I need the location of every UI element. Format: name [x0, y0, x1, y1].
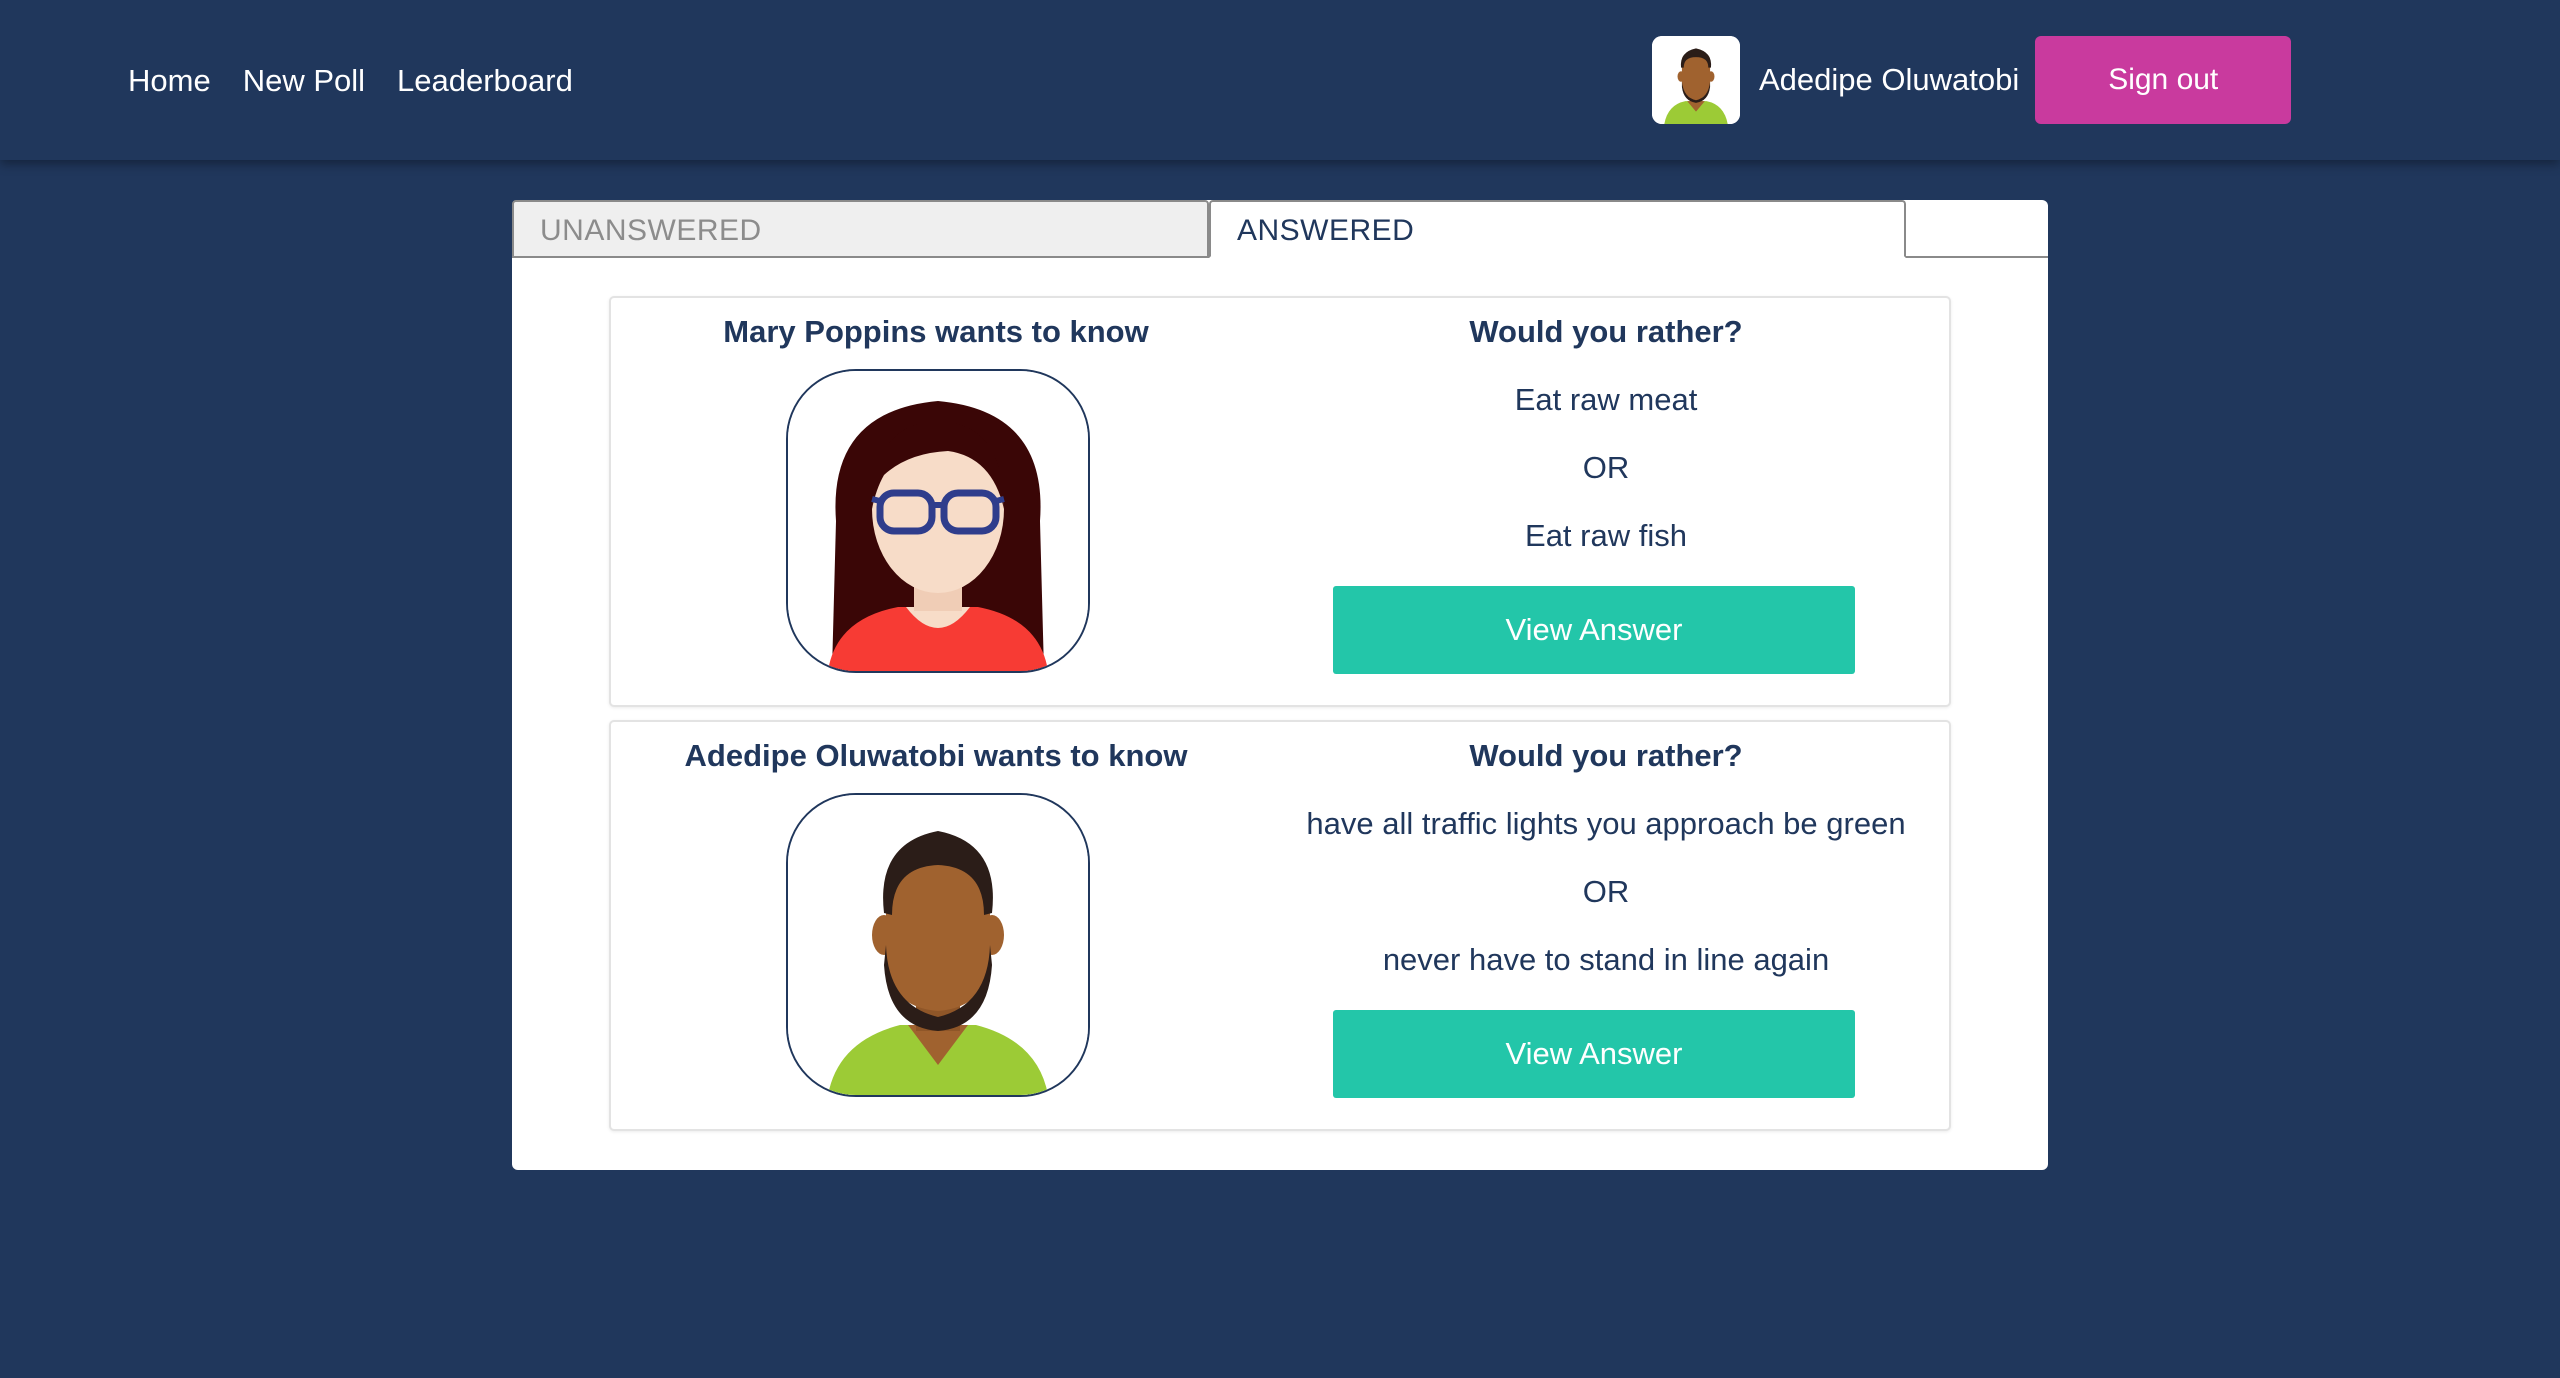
- user-area: Adedipe Oluwatobi Sign out: [1652, 36, 2292, 124]
- option-one: Eat raw meat: [1514, 382, 1698, 417]
- view-answer-button[interactable]: View Answer: [1333, 586, 1855, 674]
- option-two: Eat raw fish: [1525, 518, 1687, 553]
- poll-card: Mary Poppins wants to know Would you rat…: [609, 296, 1951, 707]
- author-heading: Mary Poppins wants to know: [723, 314, 1149, 349]
- nav-link-home[interactable]: Home: [128, 58, 211, 104]
- poll-tabs: UNANSWERED ANSWERED: [512, 200, 2048, 258]
- poll-panel: UNANSWERED ANSWERED Mary Poppins wants t…: [512, 200, 2048, 1170]
- poll-question: Would you rather? have all traffic light…: [1261, 722, 1951, 1129]
- tab-answered[interactable]: ANSWERED: [1209, 200, 1906, 258]
- male-avatar-icon: [786, 793, 1090, 1097]
- top-navbar: Home New Poll Leaderboard Adedipe Oluwat…: [0, 0, 2560, 160]
- view-answer-button[interactable]: View Answer: [1333, 1010, 1855, 1098]
- poll-author: Adedipe Oluwatobi wants to know: [611, 722, 1261, 1129]
- poll-question: Would you rather? Eat raw meat OR Eat ra…: [1261, 298, 1951, 705]
- author-heading: Adedipe Oluwatobi wants to know: [684, 738, 1188, 773]
- user-name: Adedipe Oluwatobi: [1759, 62, 2020, 97]
- or-separator: OR: [1582, 874, 1630, 909]
- sign-out-button[interactable]: Sign out: [2035, 36, 2292, 124]
- question-title: Would you rather?: [1469, 314, 1743, 349]
- question-title: Would you rather?: [1469, 738, 1743, 773]
- or-separator: OR: [1582, 450, 1630, 485]
- tab-unanswered[interactable]: UNANSWERED: [512, 200, 1209, 258]
- option-two: never have to stand in line again: [1382, 942, 1830, 977]
- poll-author: Mary Poppins wants to know: [611, 298, 1261, 705]
- nav-link-leaderboard[interactable]: Leaderboard: [397, 58, 573, 104]
- user-avatar-icon: [1652, 36, 1740, 124]
- female-avatar-icon: [786, 369, 1090, 673]
- nav-links: Home New Poll Leaderboard: [128, 58, 573, 104]
- poll-card: Adedipe Oluwatobi wants to know Would yo…: [609, 720, 1951, 1131]
- nav-link-new-poll[interactable]: New Poll: [243, 58, 365, 104]
- option-one: have all traffic lights you approach be …: [1306, 806, 1906, 841]
